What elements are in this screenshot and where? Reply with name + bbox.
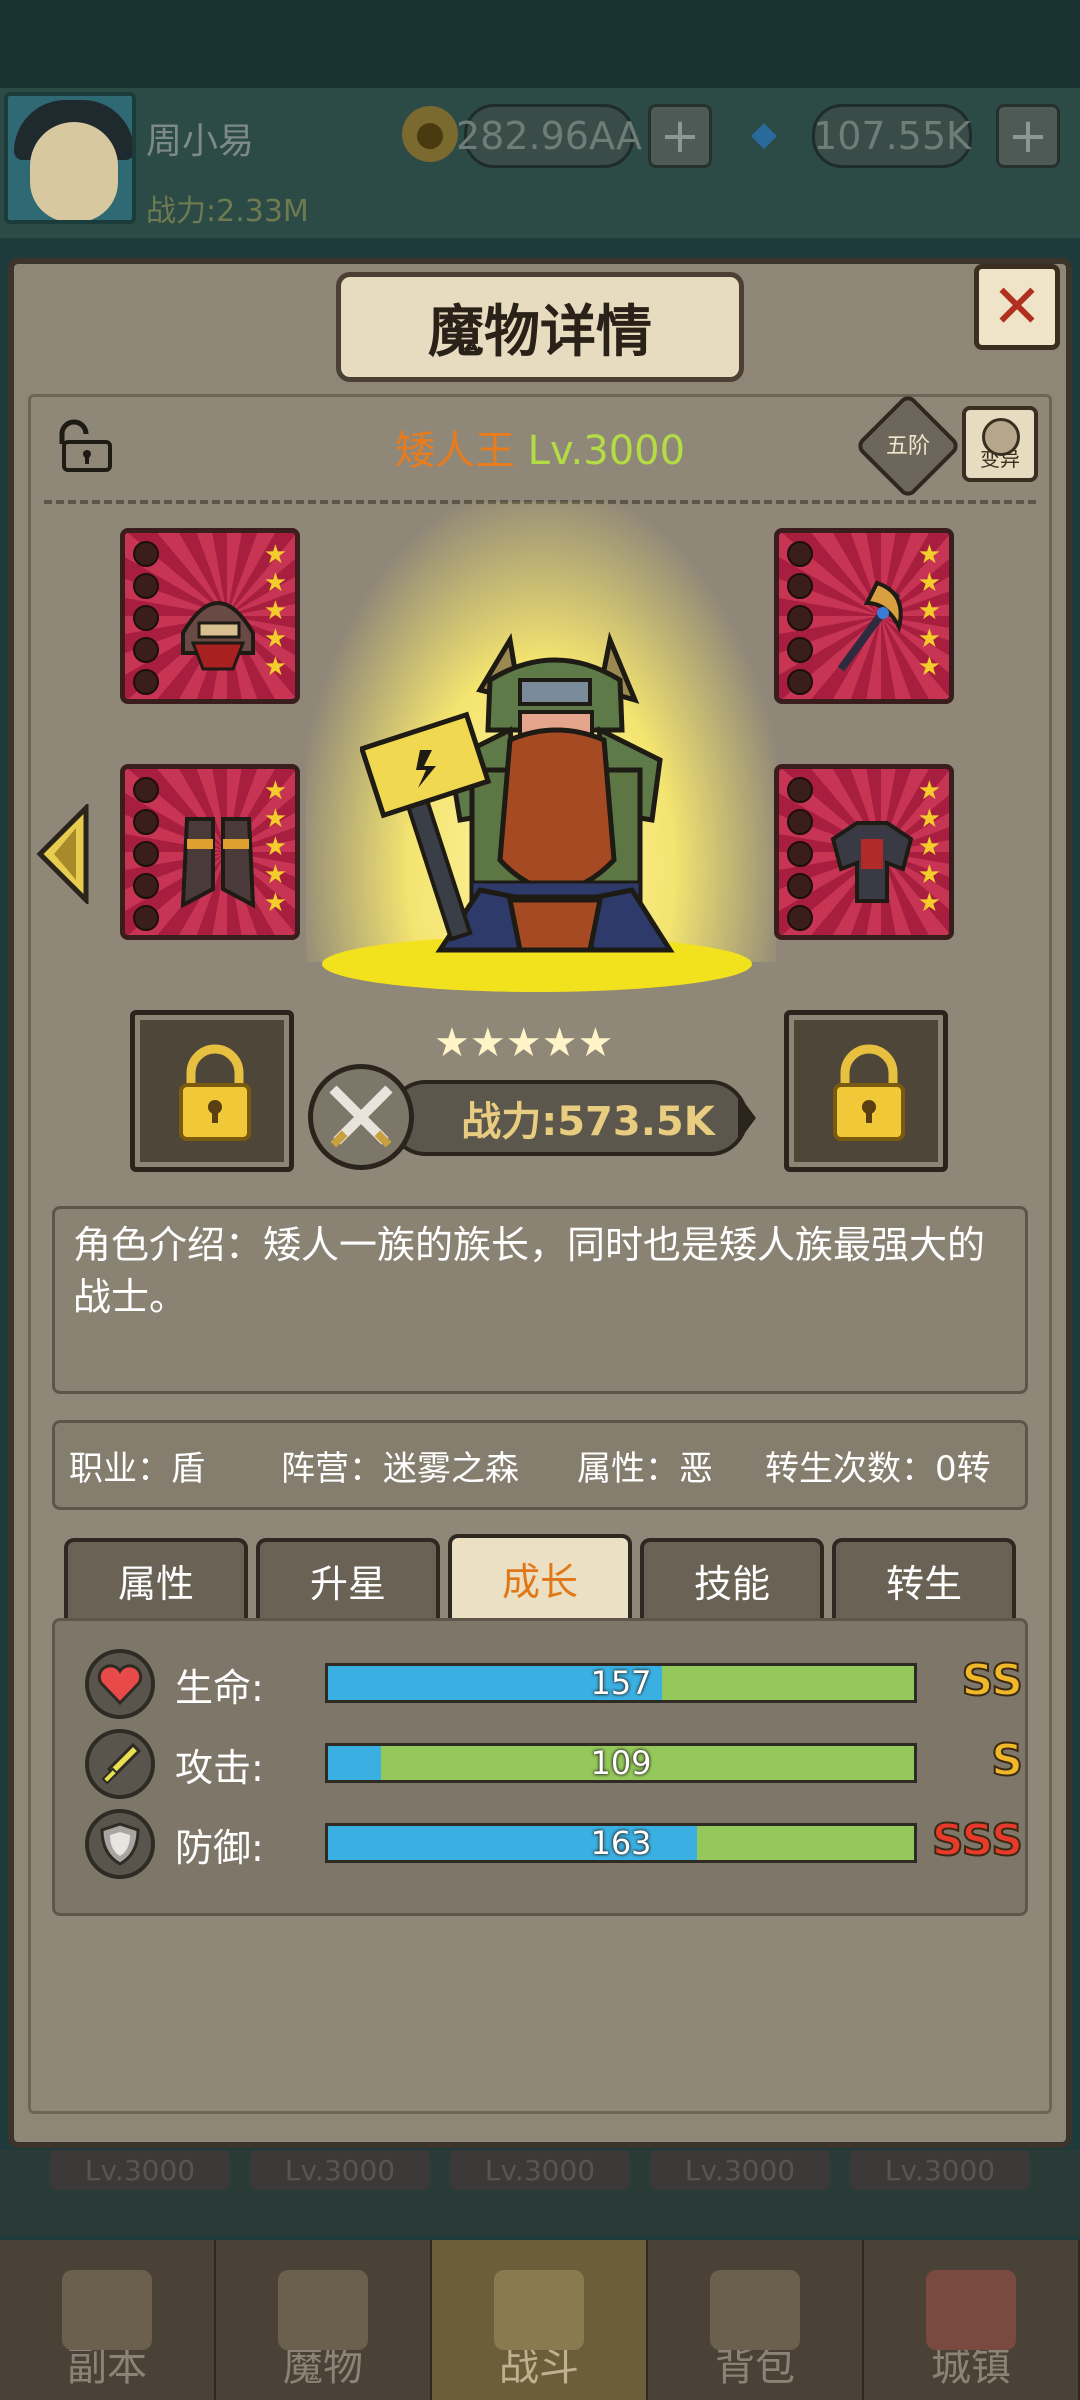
stat-grade: S bbox=[990, 1734, 1024, 1787]
job-info: 职业：盾 bbox=[69, 1448, 205, 1489]
stat-bar: 109 bbox=[325, 1743, 917, 1783]
stat-row-defense: 防御: 163 SSS bbox=[55, 1809, 1031, 1879]
nav-town[interactable]: 城镇 bbox=[864, 2240, 1080, 2400]
nav-battle[interactable]: 战斗 bbox=[432, 2240, 648, 2400]
locked-slot-left[interactable] bbox=[130, 1010, 294, 1172]
monster-star-rating: ★★★★★ bbox=[434, 1020, 614, 1066]
add-diamond-button[interactable]: + bbox=[996, 104, 1060, 168]
equip-slot-weapon[interactable]: ★ ★ ★ ★ ★ bbox=[774, 528, 954, 704]
equip-slot-helmet[interactable]: ★ ★ ★ ★ ★ bbox=[120, 528, 300, 704]
attribute-info: 属性：恶 bbox=[577, 1448, 713, 1489]
player-name: 周小易 bbox=[146, 121, 255, 162]
rank-label: 五阶 bbox=[885, 434, 930, 459]
mutate-button[interactable]: 变异 bbox=[962, 406, 1038, 482]
crossed-swords-icon bbox=[494, 2270, 584, 2350]
gold-amount: 282.96AA bbox=[456, 104, 642, 168]
previous-monster-arrow-icon[interactable] bbox=[36, 804, 92, 904]
monster-name: 矮人王 bbox=[394, 428, 515, 474]
sword-icon bbox=[85, 1729, 155, 1799]
stat-grade: SSS bbox=[931, 1814, 1024, 1867]
detail-tabs: 属性 升星 成长 技能 转生 bbox=[64, 1534, 1016, 1618]
player-avatar[interactable] bbox=[4, 92, 136, 224]
locked-slot-right[interactable] bbox=[784, 1010, 948, 1172]
bg-level-tag: Lv.3000 bbox=[50, 2150, 230, 2190]
power-bar-tip bbox=[738, 1094, 756, 1142]
equip-slot-boots[interactable]: ★ ★ ★ ★ ★ bbox=[120, 764, 300, 940]
diamond-icon: ◆ bbox=[750, 114, 778, 154]
stat-row-hp: 生命: 157 SS bbox=[55, 1649, 1031, 1719]
bg-level-tag: Lv.3000 bbox=[450, 2150, 630, 2190]
crossed-swords-icon bbox=[308, 1064, 414, 1170]
camp-info: 阵营：迷雾之森 bbox=[281, 1448, 519, 1489]
stat-grade: SS bbox=[961, 1654, 1024, 1707]
heart-icon bbox=[85, 1649, 155, 1719]
stat-value: 157 bbox=[590, 1664, 652, 1702]
axe-icon bbox=[837, 580, 903, 672]
helmet-icon bbox=[278, 2270, 368, 2350]
nav-dungeon[interactable]: 副本 bbox=[0, 2240, 216, 2400]
bg-level-tag: Lv.3000 bbox=[250, 2150, 430, 2190]
add-gold-button[interactable]: + bbox=[648, 104, 712, 168]
padlock-icon bbox=[179, 1044, 251, 1141]
padlock-icon bbox=[833, 1044, 905, 1141]
stat-label: 攻击: bbox=[175, 1746, 264, 1790]
tab-star-up[interactable]: 升星 bbox=[256, 1538, 440, 1618]
bottom-navigation: 副本 魔物 战斗 背包 城镇 bbox=[0, 2240, 1080, 2400]
armor-icon bbox=[830, 821, 914, 903]
monster-power: 战力:573.5K bbox=[388, 1080, 748, 1156]
stat-value: 109 bbox=[590, 1744, 652, 1782]
stat-bar: 163 bbox=[325, 1823, 917, 1863]
shop-icon bbox=[926, 2270, 1016, 2350]
equip-slot-armor[interactable]: ★ ★ ★ ★ ★ bbox=[774, 764, 954, 940]
stat-value: 163 bbox=[590, 1824, 652, 1862]
tab-rebirth[interactable]: 转生 bbox=[832, 1538, 1016, 1618]
gold-coin-icon: ● bbox=[402, 106, 458, 162]
bg-level-tag: Lv.3000 bbox=[850, 2150, 1030, 2190]
background-header bbox=[0, 0, 1080, 90]
modal-title-plate: 魔物详情 bbox=[336, 272, 744, 382]
diamond-amount: 107.55K bbox=[812, 104, 972, 168]
modal-title: 魔物详情 bbox=[428, 299, 652, 365]
tab-growth[interactable]: 成长 bbox=[448, 1534, 632, 1618]
map-icon bbox=[62, 2270, 152, 2350]
rebirth-info: 转生次数：0转 bbox=[765, 1448, 991, 1489]
player-power: 战力:2.33M bbox=[146, 194, 309, 229]
monster-level: Lv.3000 bbox=[527, 428, 686, 474]
monster-info-row: 职业：盾 阵营：迷雾之森 属性：恶 转生次数：0转 bbox=[52, 1420, 1028, 1510]
growth-stats-panel: 生命: 157 SS 攻击: 109 S 防御: 163 SSS bbox=[52, 1618, 1028, 1916]
skull-icon bbox=[982, 418, 1020, 456]
nav-bag[interactable]: 背包 bbox=[648, 2240, 864, 2400]
tab-skills[interactable]: 技能 bbox=[640, 1538, 824, 1618]
shield-icon bbox=[85, 1809, 155, 1879]
backpack-icon bbox=[710, 2270, 800, 2350]
nav-monster[interactable]: 魔物 bbox=[216, 2240, 432, 2400]
dwarf-king-sprite bbox=[360, 631, 675, 953]
stat-row-attack: 攻击: 109 S bbox=[55, 1729, 1031, 1799]
stat-bar: 157 bbox=[325, 1663, 917, 1703]
close-button[interactable]: ✕ bbox=[974, 264, 1060, 350]
bg-level-tag: Lv.3000 bbox=[650, 2150, 830, 2190]
helmet-icon bbox=[181, 601, 255, 671]
tab-attributes[interactable]: 属性 bbox=[64, 1538, 248, 1618]
monster-description: 角色介绍：矮人一族的族长，同时也是矮人族最强大的战士。 bbox=[52, 1206, 1028, 1394]
stat-label: 生命: bbox=[175, 1666, 264, 1710]
stat-label: 防御: bbox=[175, 1826, 264, 1870]
boots-icon bbox=[180, 817, 256, 909]
